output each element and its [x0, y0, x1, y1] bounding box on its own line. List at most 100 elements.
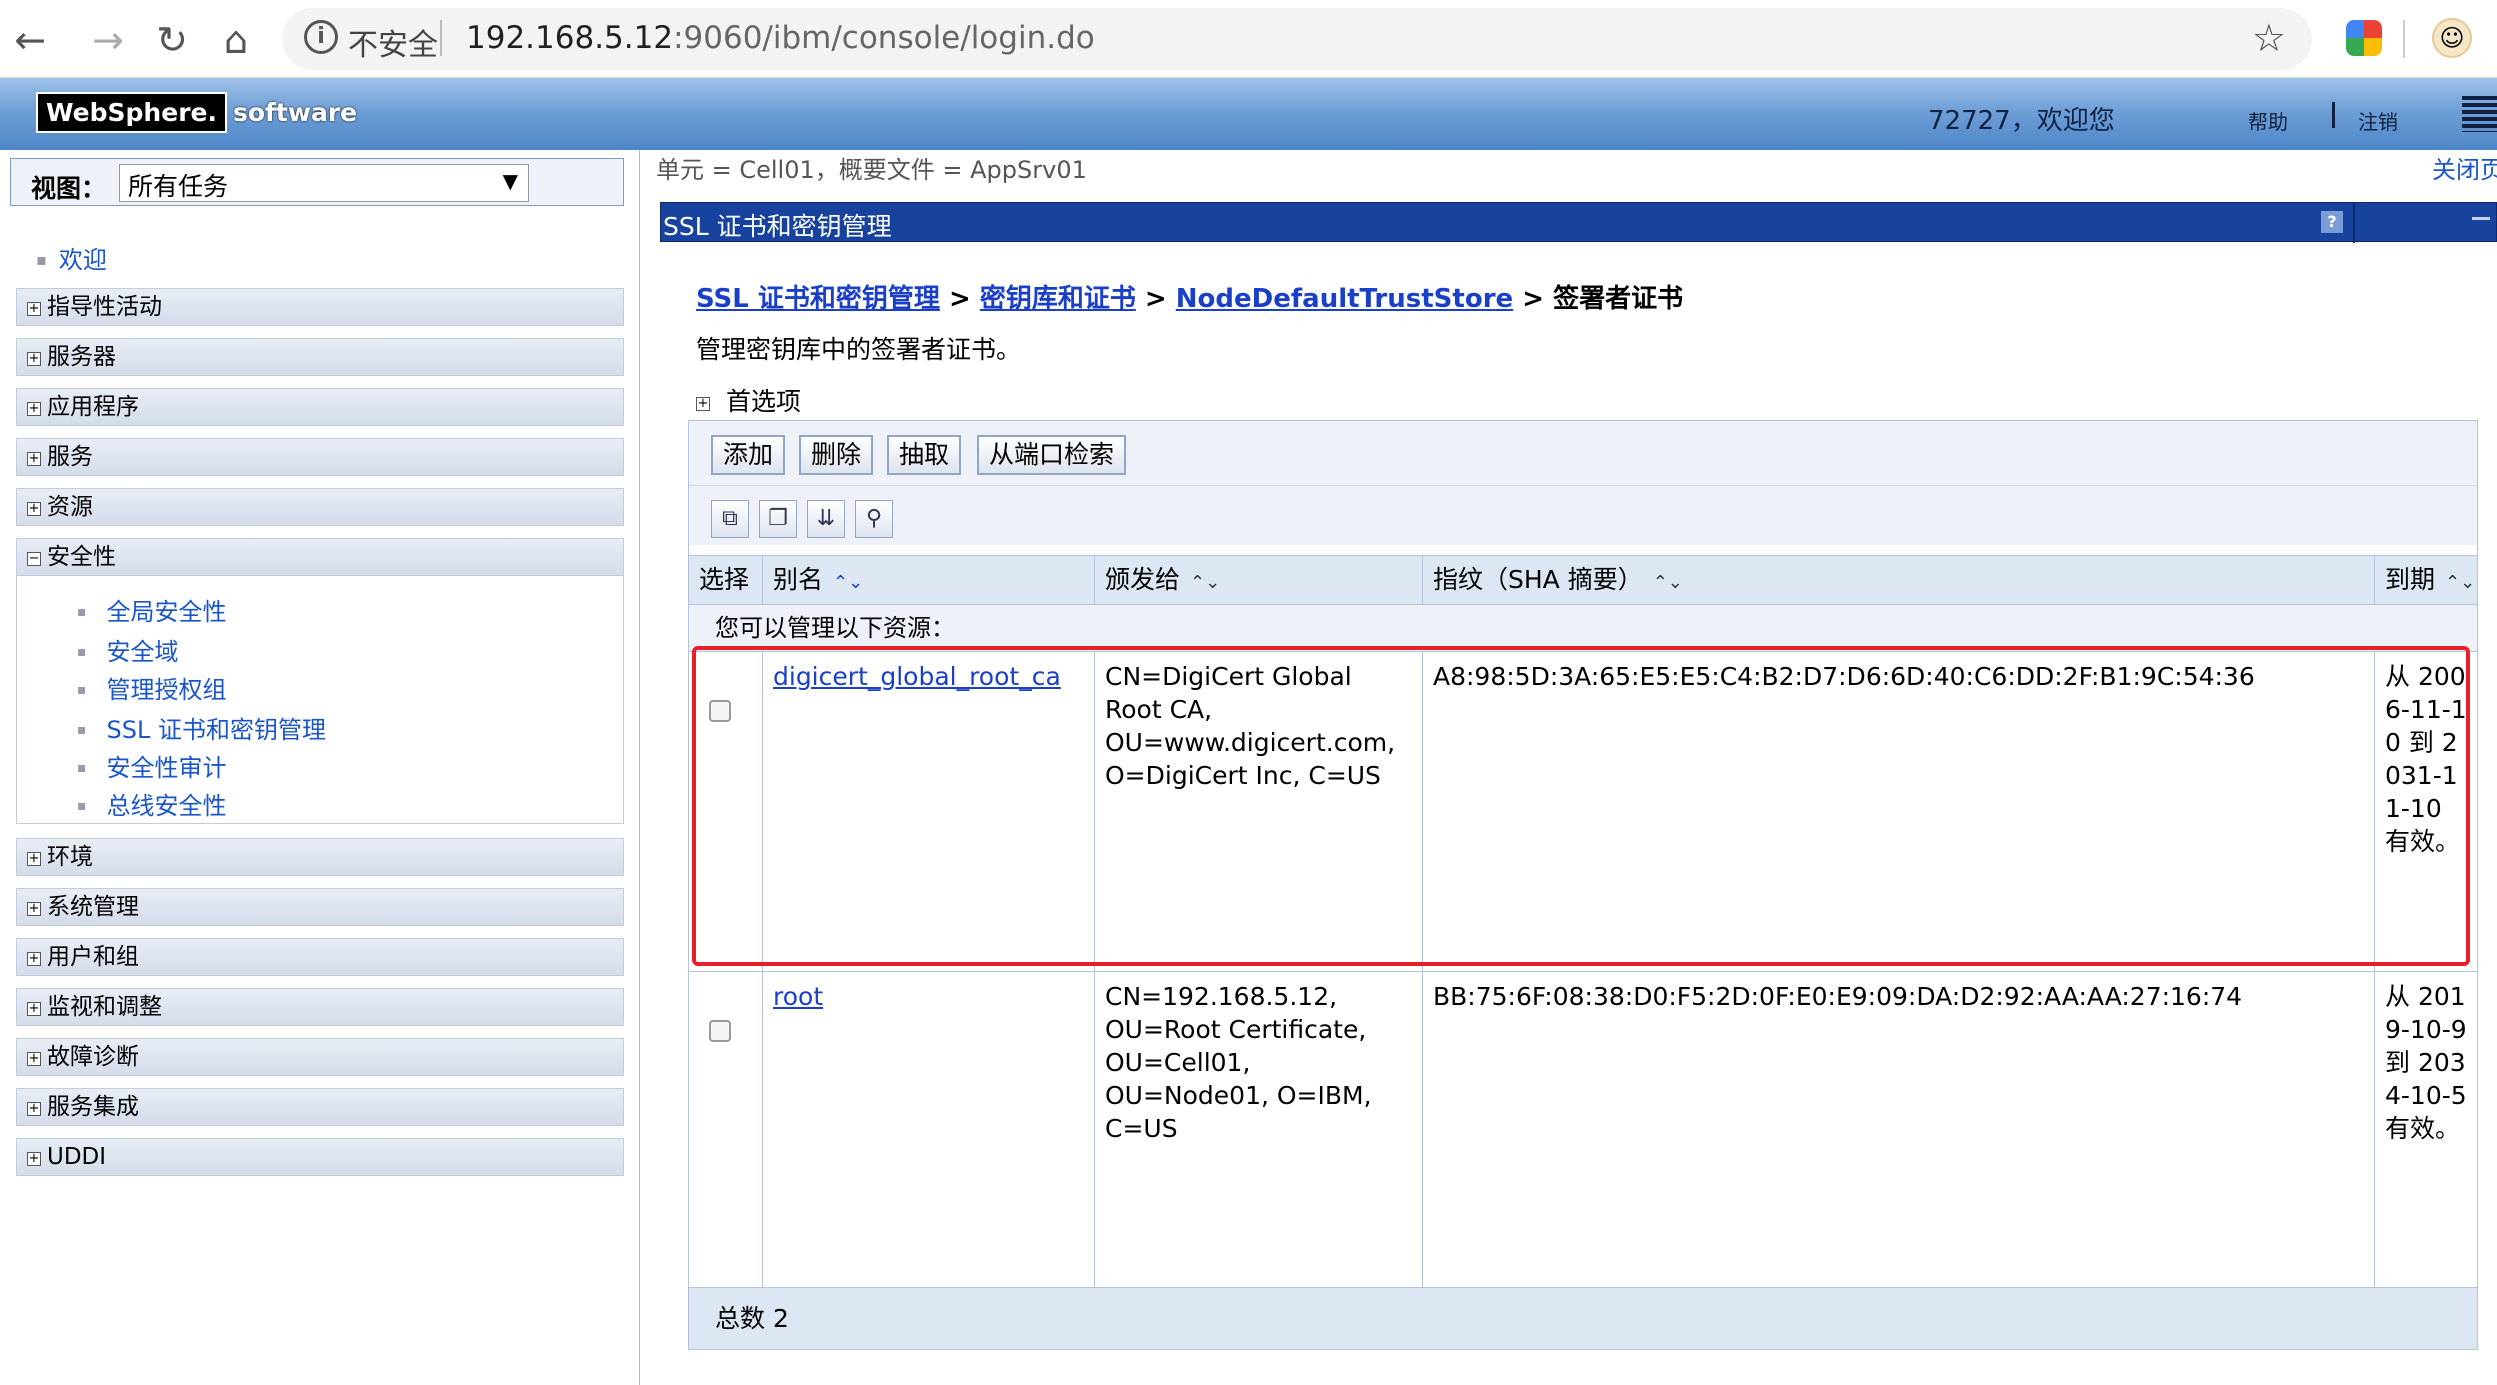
- table-header: 选择 别名 ⌃⌄ 颁发给 ⌃⌄ 指纹（SHA 摘要） ⌃⌄ 到期 ⌃⌄: [689, 555, 2477, 605]
- nav-item-security[interactable]: − 安全性: [16, 538, 624, 576]
- issued-to-cell: CN=192.168.5.12, OU=Root Certificate, OU…: [1095, 972, 1423, 1287]
- bookmark-star-icon[interactable]: ☆: [2252, 16, 2286, 60]
- help-link[interactable]: 帮助: [2248, 106, 2288, 135]
- alias-link[interactable]: root: [773, 982, 823, 1011]
- table-icon-bar: ⧉ ❐ ⇊ ⚲: [689, 485, 2477, 545]
- info-icon[interactable]: i: [304, 20, 338, 54]
- expand-icon: +: [27, 301, 41, 316]
- sort-icon[interactable]: ⌃⌄: [833, 559, 863, 607]
- row-checkbox[interactable]: [709, 700, 731, 722]
- sort-icon[interactable]: ⌃⌄: [2445, 559, 2475, 607]
- forward-arrow-icon[interactable]: →: [82, 14, 134, 66]
- address-separator: [440, 20, 442, 56]
- deselect-all-icon[interactable]: ❐: [759, 500, 797, 538]
- nav-item-monitoring[interactable]: + 监视和调整: [16, 988, 624, 1026]
- sort-icon[interactable]: ⌃⌄: [1190, 559, 1220, 607]
- nav-item-service-integration[interactable]: + 服务集成: [16, 1088, 624, 1126]
- address-bar[interactable]: i 不安全 192.168.5.12:9060/ibm/console/logi…: [282, 8, 2312, 70]
- insecure-label: 不安全: [348, 28, 438, 63]
- profile-avatar-icon[interactable]: ☺: [2432, 18, 2472, 58]
- logout-link[interactable]: 注销: [2358, 106, 2398, 135]
- expand-icon: +: [27, 851, 41, 866]
- table-row: digicert_global_root_ca CN=DigiCert Glob…: [689, 651, 2477, 971]
- expiry-cell: 从 2006-11-10 到 2031-11-10 有效。: [2385, 662, 2467, 856]
- nav-item-users-groups[interactable]: + 用户和组: [16, 938, 624, 976]
- filter-edit-icon[interactable]: ⚲: [855, 500, 893, 538]
- crumb-node-truststore[interactable]: NodeDefaultTrustStore: [1176, 284, 1513, 314]
- preferences-toggle[interactable]: + 首选项: [696, 382, 801, 418]
- security-submenu: 全局安全性 安全域 管理授权组 SSL 证书和密钥管理 安全性审计 总线安全性: [16, 576, 624, 824]
- expand-icon: +: [27, 1051, 41, 1066]
- view-selector: 视图： 所有任务 ▼: [10, 158, 624, 206]
- crumb-ssl-management[interactable]: SSL 证书和密钥管理: [696, 284, 940, 314]
- col-issued-to[interactable]: 颁发给 ⌃⌄: [1095, 556, 1423, 604]
- expand-icon: +: [27, 501, 41, 516]
- add-button[interactable]: 添加: [711, 435, 786, 475]
- nav-sub-bus-security[interactable]: 总线安全性: [83, 786, 227, 821]
- nav-item-environment[interactable]: + 环境: [16, 838, 624, 876]
- nav-item-applications[interactable]: + 应用程序: [16, 388, 624, 426]
- expand-icon: +: [27, 1101, 41, 1116]
- scope-text: 单元 = Cell01，概要文件 = AppSrv01: [656, 156, 1087, 184]
- select-all-icon[interactable]: ⧉: [711, 500, 749, 538]
- alias-link[interactable]: digicert_global_root_ca: [773, 662, 1061, 691]
- nav-sub-admin-auth-groups[interactable]: 管理授权组: [83, 670, 227, 705]
- fingerprint-cell: A8:98:5D:3A:65:E5:E5:C4:B2:D7:D6:6D:40:C…: [1423, 652, 2375, 971]
- fingerprint-cell: BB:75:6F:08:38:D0:F5:2D:0F:E0:E9:09:DA:D…: [1423, 972, 2375, 1287]
- filter-show-icon[interactable]: ⇊: [807, 500, 845, 538]
- expand-icon: +: [27, 351, 41, 366]
- url-text[interactable]: 192.168.5.12:9060/ibm/console/login.do: [466, 20, 1095, 56]
- nav-sub-security-auditing[interactable]: 安全性审计: [83, 748, 227, 783]
- dropdown-arrow-icon: ▼: [502, 169, 518, 193]
- crumb-keystores[interactable]: 密钥库和证书: [980, 284, 1136, 314]
- nav-item-uddi[interactable]: + UDDI: [16, 1138, 624, 1176]
- retrieve-from-port-button[interactable]: 从端口检索: [977, 435, 1127, 475]
- col-expiry[interactable]: 到期 ⌃⌄: [2375, 556, 2477, 604]
- browser-toolbar: ← → ↻ ⌂ i 不安全 192.168.5.12:9060/ibm/cons…: [0, 0, 2497, 78]
- extract-button[interactable]: 抽取: [887, 435, 962, 475]
- nav-sub-ssl-certificates[interactable]: SSL 证书和密钥管理: [83, 710, 326, 745]
- nav-sub-security-domains[interactable]: 安全域: [83, 632, 179, 667]
- reload-icon[interactable]: ↻: [146, 14, 198, 66]
- close-page-link[interactable]: 关闭页: [2432, 150, 2497, 185]
- title-separator: [2353, 203, 2355, 243]
- toolbar-separator: [2403, 20, 2405, 58]
- websphere-logo: WebSphere. software: [36, 90, 357, 134]
- expand-icon: +: [27, 951, 41, 966]
- col-alias[interactable]: 别名 ⌃⌄: [763, 556, 1095, 604]
- minimize-icon[interactable]: [2472, 217, 2490, 220]
- nav-item-system-admin[interactable]: + 系统管理: [16, 888, 624, 926]
- expand-icon: +: [27, 451, 41, 466]
- page-description: 管理密钥库中的签署者证书。: [696, 335, 1022, 364]
- row-select-cell: [689, 652, 763, 971]
- panel-title-bar: SSL 证书和密钥管理 ?: [660, 202, 2497, 243]
- nav-item-services[interactable]: + 服务: [16, 438, 624, 476]
- row-checkbox[interactable]: [709, 1020, 731, 1042]
- expand-icon: +: [27, 401, 41, 416]
- crumb-current: 签署者证书: [1553, 284, 1684, 314]
- header-separator: [2332, 102, 2335, 128]
- help-icon[interactable]: ?: [2321, 211, 2343, 233]
- back-arrow-icon[interactable]: ←: [4, 14, 56, 66]
- console-banner: WebSphere. software 72727，欢迎您 帮助 注销: [0, 78, 2497, 150]
- issued-to-cell: CN=DigiCert Global Root CA, OU=www.digic…: [1095, 652, 1423, 971]
- expand-icon: +: [27, 1001, 41, 1016]
- sort-icon[interactable]: ⌃⌄: [1653, 559, 1683, 607]
- col-fingerprint[interactable]: 指纹（SHA 摘要） ⌃⌄: [1423, 556, 2375, 604]
- view-label: 视图：: [31, 174, 107, 203]
- panel-title: SSL 证书和密钥管理: [663, 212, 892, 241]
- nav-item-guided-activities[interactable]: + 指导性活动: [16, 288, 624, 326]
- view-dropdown[interactable]: 所有任务 ▼: [119, 164, 529, 202]
- home-icon[interactable]: ⌂: [210, 14, 262, 66]
- nav-item-troubleshooting[interactable]: + 故障诊断: [16, 1038, 624, 1076]
- delete-button[interactable]: 删除: [799, 435, 874, 475]
- nav-welcome-link[interactable]: 欢迎: [36, 240, 107, 275]
- nav-item-servers[interactable]: + 服务器: [16, 338, 624, 376]
- welcome-user: 72727，欢迎您: [1928, 106, 2115, 136]
- nav-sub-global-security[interactable]: 全局安全性: [83, 592, 227, 627]
- total-count: 总数 2: [689, 1287, 2477, 1349]
- col-select: 选择: [689, 556, 763, 604]
- alias-cell: digicert_global_root_ca: [763, 652, 1095, 971]
- nav-item-resources[interactable]: + 资源: [16, 488, 624, 526]
- extension-icon[interactable]: [2346, 20, 2382, 56]
